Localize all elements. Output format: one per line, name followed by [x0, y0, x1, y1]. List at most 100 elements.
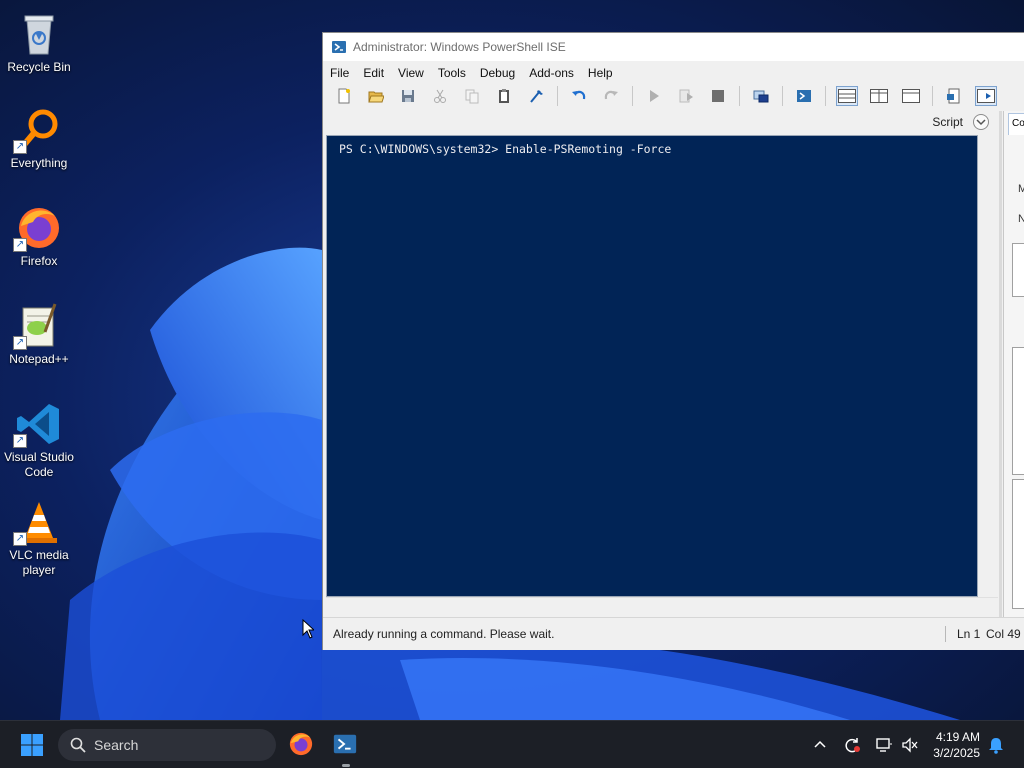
- windows-start-icon[interactable]: [20, 733, 44, 757]
- script-toggle-label[interactable]: Script: [932, 115, 963, 129]
- desktop-icon-label: Firefox: [20, 254, 58, 268]
- shortcut-arrow-icon: ↗: [13, 434, 27, 448]
- menu-debug[interactable]: Debug: [473, 66, 522, 80]
- menu-bar: File Edit View Tools Debug Add-ons Help: [323, 63, 1024, 83]
- show-script-pane-button[interactable]: [973, 114, 989, 130]
- toolbar-separator: [632, 86, 633, 106]
- name-label: N: [1018, 213, 1024, 225]
- shortcut-arrow-icon: ↗: [13, 532, 27, 546]
- addon-icon: [947, 88, 960, 104]
- update-sync-icon: [845, 738, 860, 753]
- commands-tab[interactable]: Co: [1008, 113, 1024, 135]
- taskbar-search-box[interactable]: Search: [58, 729, 276, 761]
- firefox-icon: [289, 732, 313, 756]
- menu-edit[interactable]: Edit: [356, 66, 391, 80]
- desktop-icon-notepadpp[interactable]: ↗ Notepad++: [1, 302, 77, 367]
- toolbar-separator: [782, 86, 783, 106]
- remote-icon: [753, 90, 769, 103]
- shortcut-arrow-icon: ↗: [13, 140, 27, 154]
- status-message: Already running a command. Please wait.: [333, 627, 555, 641]
- layout-script-top-button[interactable]: [836, 86, 858, 106]
- chevron-up-icon: [814, 740, 826, 748]
- remote-powershell-button[interactable]: [750, 85, 772, 107]
- status-bar: Already running a command. Please wait. …: [323, 617, 1024, 650]
- copy-button[interactable]: [461, 85, 483, 107]
- system-clock[interactable]: 4:19 AM 3/2/2025: [933, 729, 980, 761]
- clock-date: 3/2/2025: [933, 746, 980, 760]
- toolbar-separator: [825, 86, 826, 106]
- desktop-icon-everything[interactable]: ↗ Everything: [1, 106, 77, 171]
- menu-file[interactable]: File: [323, 66, 356, 80]
- menu-addons[interactable]: Add-ons: [522, 66, 581, 80]
- window-titlebar[interactable]: Administrator: Windows PowerShell ISE: [323, 33, 1024, 61]
- menu-view[interactable]: View: [391, 66, 431, 80]
- network-tray[interactable]: [874, 735, 894, 755]
- commands-addon-pane[interactable]: Co M N: [1003, 111, 1024, 619]
- cut-button[interactable]: [429, 85, 451, 107]
- taskbar-firefox[interactable]: [288, 731, 316, 759]
- window-title: Administrator: Windows PowerShell ISE: [353, 40, 566, 54]
- desktop-icon-label: Recycle Bin: [7, 60, 71, 74]
- clear-console-button[interactable]: [525, 85, 547, 107]
- undo-icon: [572, 90, 586, 100]
- show-commands-button[interactable]: [975, 86, 997, 106]
- commands-list[interactable]: [1012, 347, 1024, 475]
- network-icon: [876, 738, 892, 752]
- new-icon: [338, 88, 350, 104]
- stop-icon: [712, 90, 724, 102]
- toolbar-separator: [932, 86, 933, 106]
- desktop-icon-firefox[interactable]: ↗ Firefox: [1, 204, 77, 269]
- desktop-icon-vlc[interactable]: ↗ VLC media player: [1, 498, 77, 578]
- addon-tool-button[interactable]: [943, 85, 965, 107]
- windows-update-tray[interactable]: [842, 735, 862, 755]
- console-pane[interactable]: PS C:\WINDOWS\system32> Enable-PSRemotin…: [326, 135, 978, 597]
- parameters-panel[interactable]: [1012, 479, 1024, 609]
- powershell-ise-icon: [333, 734, 357, 754]
- undo-button[interactable]: [568, 85, 590, 107]
- desktop-icon-label: Notepad++: [9, 352, 69, 366]
- taskbar-powershell-ise[interactable]: [332, 731, 360, 767]
- powershell-ise-window[interactable]: Administrator: Windows PowerShell ISE Fi…: [322, 32, 1024, 650]
- save-icon: [402, 90, 414, 102]
- volume-muted-icon: [902, 737, 918, 753]
- mouse-cursor-icon: [302, 619, 314, 639]
- desktop-icon-vscode[interactable]: ↗ Visual Studio Code: [1, 400, 77, 480]
- save-button[interactable]: [397, 85, 419, 107]
- toolbar-separator: [739, 86, 740, 106]
- layout-maximized-button[interactable]: [900, 86, 922, 106]
- clock-time: 4:19 AM: [935, 730, 980, 744]
- bell-icon: [989, 738, 1003, 754]
- desktop-icon-label: Everything: [10, 156, 68, 170]
- menu-help[interactable]: Help: [581, 66, 620, 80]
- open-button[interactable]: [365, 85, 387, 107]
- shortcut-arrow-icon: ↗: [13, 238, 27, 252]
- console-horizontal-scrollbar[interactable]: [326, 597, 998, 616]
- desktop-icon-label: VLC media player: [9, 548, 69, 577]
- column-number: Col 49: [986, 627, 1021, 641]
- notifications-button[interactable]: [986, 735, 1006, 755]
- paste-icon: [499, 89, 509, 103]
- stop-button[interactable]: [707, 85, 729, 107]
- menu-tools[interactable]: Tools: [431, 66, 473, 80]
- volume-tray[interactable]: [900, 735, 920, 755]
- name-input[interactable]: [1012, 243, 1024, 297]
- console-command-line: PS C:\WINDOWS\system32> Enable-PSRemotin…: [339, 142, 672, 156]
- show-hidden-icons-button[interactable]: [810, 735, 830, 755]
- desktop-icon-recycle-bin[interactable]: Recycle Bin: [1, 10, 77, 75]
- search-placeholder: Search: [94, 737, 139, 753]
- cut-icon: [434, 89, 446, 103]
- run-selection-button[interactable]: [675, 85, 697, 107]
- line-number: Ln 1: [957, 627, 981, 641]
- powershell-icon: [797, 90, 811, 102]
- toolbar-separator: [557, 86, 558, 106]
- pane-splitter[interactable]: [999, 111, 1002, 619]
- run-script-button[interactable]: [643, 85, 665, 107]
- paste-button[interactable]: [493, 85, 515, 107]
- redo-button[interactable]: [600, 85, 622, 107]
- shortcut-arrow-icon: ↗: [13, 336, 27, 350]
- new-script-button[interactable]: [333, 85, 355, 107]
- start-powershell-button[interactable]: [793, 85, 815, 107]
- console-vertical-scrollbar[interactable]: [978, 135, 998, 597]
- open-icon: [368, 91, 384, 103]
- layout-script-right-button[interactable]: [868, 86, 890, 106]
